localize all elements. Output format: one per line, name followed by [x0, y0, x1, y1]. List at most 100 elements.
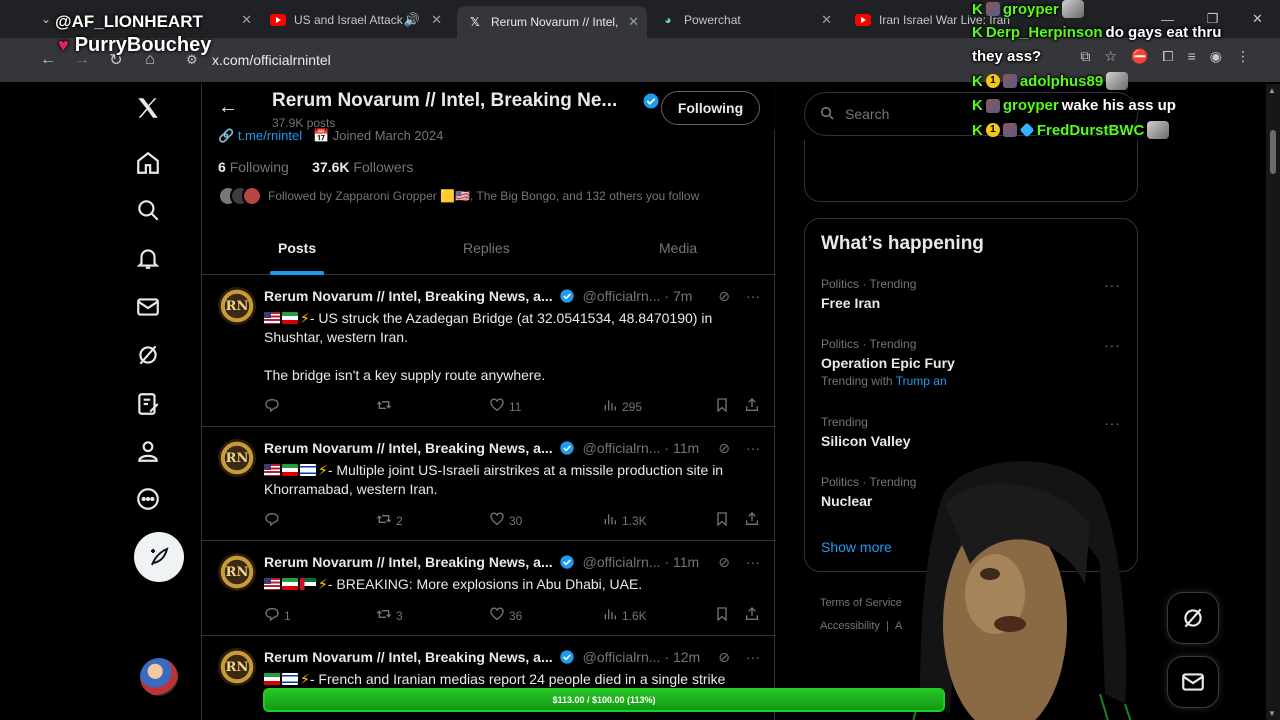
page-scrollbar[interactable]: ▲ ▼: [1266, 84, 1280, 720]
more-dots-icon[interactable]: ···: [746, 554, 760, 571]
scrollbar-thumb[interactable]: [1270, 130, 1276, 174]
views-button[interactable]: 1.6K: [602, 606, 647, 625]
media-control-icon[interactable]: ≡: [1188, 48, 1196, 65]
footer-link[interactable]: Terms of Service: [820, 592, 902, 615]
grok-icon[interactable]: ⊘: [718, 649, 730, 666]
tweet-author-name[interactable]: Rerum Novarum // Intel, Breaking News, a…: [264, 554, 553, 570]
reply-button[interactable]: 1: [264, 606, 291, 625]
tweet-time[interactable]: · 11m: [664, 554, 699, 570]
views-button[interactable]: 1.3K: [602, 511, 647, 530]
share-button[interactable]: [744, 397, 760, 416]
tab-replies[interactable]: Replies: [463, 220, 510, 275]
trend-item[interactable]: Politics · Trending Operation Epic Fury …: [821, 337, 1121, 388]
tweet-handle[interactable]: @officialrn...: [583, 440, 661, 456]
more-circle-icon[interactable]: [134, 485, 162, 513]
repost-button[interactable]: 3: [376, 606, 403, 625]
cast-icon[interactable]: ⧉: [1080, 48, 1090, 65]
grok-icon[interactable]: ⊘: [718, 440, 730, 457]
reply-button[interactable]: [264, 511, 284, 530]
x-logo-icon[interactable]: [134, 94, 162, 122]
notifications-bell-icon[interactable]: [134, 244, 162, 272]
grok-floating-button[interactable]: [1167, 592, 1219, 644]
like-button[interactable]: 11: [489, 397, 521, 416]
bookmark-button[interactable]: [714, 511, 730, 530]
following-link[interactable]: 6 Following: [218, 159, 289, 175]
messages-envelope-icon[interactable]: [134, 293, 162, 321]
back-arrow-icon[interactable]: ←: [218, 96, 238, 119]
kebab-menu-icon[interactable]: ⋮: [1236, 48, 1250, 65]
explore-search-icon[interactable]: [134, 196, 162, 224]
address-bar[interactable]: ⚙ x.com/officialrnintel: [178, 43, 898, 77]
footer-link[interactable]: Accessibility: [820, 620, 880, 632]
envelope-icon: [1182, 673, 1204, 691]
repost-button[interactable]: 2: [376, 511, 403, 530]
tweet-avatar[interactable]: RN: [218, 648, 256, 686]
close-tab-icon[interactable]: ✕: [628, 14, 639, 30]
close-tab-icon[interactable]: ✕: [821, 12, 832, 28]
bookmark-star-icon[interactable]: ☆: [1104, 48, 1117, 65]
tweet-avatar[interactable]: RN: [218, 287, 256, 325]
profile-avatar-icon[interactable]: ◉: [1210, 48, 1222, 65]
grok-icon[interactable]: [134, 341, 162, 369]
close-window-icon[interactable]: ✕: [1235, 0, 1280, 38]
grok-icon[interactable]: ⊘: [718, 554, 730, 571]
audio-playing-icon[interactable]: 🔊: [404, 12, 420, 28]
repost-button[interactable]: [376, 397, 396, 416]
verified-badge-icon: [642, 92, 660, 115]
tweet-handle[interactable]: @officialrn...: [583, 649, 661, 665]
scroll-up-icon[interactable]: ▲: [1268, 86, 1276, 95]
tweet[interactable]: RN Rerum Novarum // Intel, Breaking News,…: [202, 541, 776, 636]
badge-icon: [985, 98, 1000, 113]
tweet[interactable]: RN Rerum Novarum // Intel, Breaking News,…: [202, 427, 776, 541]
bookmark-button[interactable]: [714, 397, 730, 416]
scroll-down-icon[interactable]: ▼: [1268, 709, 1276, 718]
close-tab-icon[interactable]: ✕: [241, 12, 252, 28]
grok-icon[interactable]: ⊘: [718, 288, 730, 305]
show-more-link[interactable]: Show more: [821, 539, 892, 555]
home-icon[interactable]: [134, 149, 162, 177]
profile-link[interactable]: t.me/rnintel: [238, 128, 302, 143]
tweet-time[interactable]: · 11m: [664, 440, 699, 456]
compose-post-button[interactable]: [134, 532, 184, 582]
profile-person-icon[interactable]: [134, 437, 162, 465]
tweet-author-name[interactable]: Rerum Novarum // Intel, Breaking News, a…: [264, 440, 553, 456]
reply-button[interactable]: [264, 397, 284, 416]
more-dots-icon[interactable]: ···: [746, 649, 760, 666]
followed-by[interactable]: Followed by Zapparoni Gropper 🟨🇺🇸, The B…: [218, 186, 699, 206]
tab-media[interactable]: Media: [659, 220, 697, 275]
adblock-icon[interactable]: ⛔: [1131, 48, 1148, 65]
browser-tab-youtube-1[interactable]: US and Israel Attack 🔊 ✕: [260, 6, 450, 34]
tweet-avatar[interactable]: RN: [218, 439, 256, 477]
tweet-handle[interactable]: @officialrn...: [583, 554, 661, 570]
more-dots-icon[interactable]: ···: [1104, 337, 1121, 353]
browser-tab-x-active[interactable]: 𝕏 Rerum Novarum // Intel, ✕: [457, 6, 647, 38]
like-button[interactable]: 36: [489, 606, 522, 625]
share-button[interactable]: [744, 606, 760, 625]
bookmark-button[interactable]: [714, 606, 730, 625]
more-dots-icon[interactable]: ···: [1104, 277, 1121, 293]
followers-link[interactable]: 37.6K Followers: [312, 159, 413, 175]
more-dots-icon[interactable]: ···: [746, 288, 760, 305]
tweet-time[interactable]: · 7m: [664, 288, 692, 304]
tweet-time[interactable]: · 12m: [664, 649, 700, 665]
tweet-handle[interactable]: @officialrn...: [583, 288, 661, 304]
close-tab-icon[interactable]: ✕: [431, 12, 442, 28]
share-button[interactable]: [744, 511, 760, 530]
tweet-avatar[interactable]: RN: [218, 553, 256, 591]
grok-icon: [1184, 608, 1202, 628]
account-avatar[interactable]: [140, 658, 178, 696]
like-button[interactable]: 30: [489, 511, 522, 530]
extensions-puzzle-icon[interactable]: ⧠: [1162, 48, 1173, 65]
more-dots-icon[interactable]: ···: [746, 440, 760, 457]
following-button[interactable]: Following: [661, 91, 760, 125]
more-dots-icon[interactable]: ···: [1104, 415, 1121, 431]
browser-tab-powerchat[interactable]: ◕ Powerchat ✕: [650, 6, 840, 34]
views-button[interactable]: 295: [602, 397, 642, 416]
tweet-author-name[interactable]: Rerum Novarum // Intel, Breaking News, a…: [264, 288, 553, 304]
tweet-author-name[interactable]: Rerum Novarum // Intel, Breaking News, a…: [264, 649, 553, 665]
lists-icon[interactable]: [134, 390, 162, 418]
tweet[interactable]: RN Rerum Novarum // Intel, Breaking News,…: [202, 275, 776, 427]
tab-posts[interactable]: Posts: [270, 220, 325, 275]
trend-item[interactable]: Politics · Trending Free Iran ···: [821, 277, 1121, 311]
messages-floating-button[interactable]: [1167, 656, 1219, 708]
